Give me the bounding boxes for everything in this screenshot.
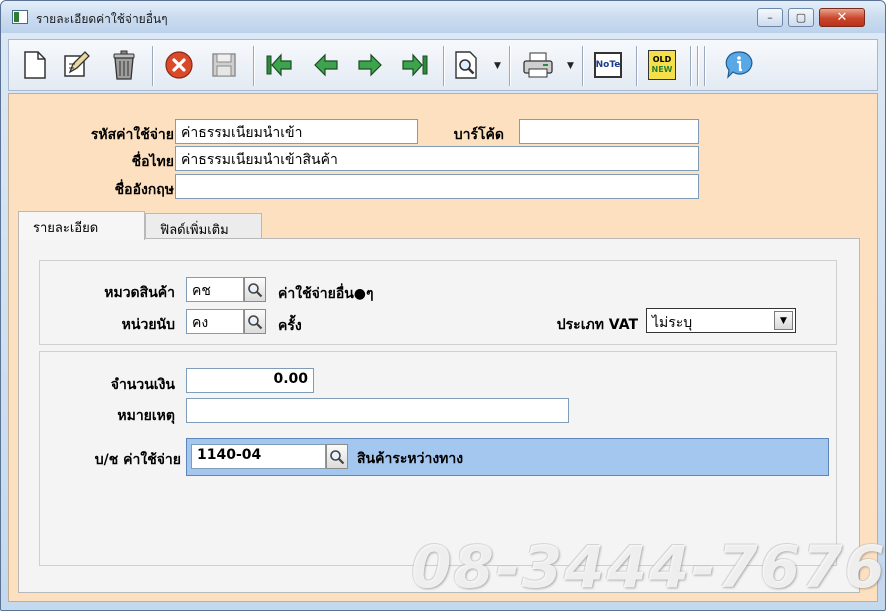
magnifier-icon [248,282,263,297]
new-button[interactable] [19,49,51,81]
magnifier-icon [248,314,263,329]
unit-description: ครั้ง [278,318,302,334]
last-record-icon [402,53,428,77]
toolbar-separator [636,46,638,86]
phone-watermark: 08-3444-7676 [411,533,886,601]
unit-label: หน่วยนับ [121,317,175,333]
note-icon-text: NoTe [595,60,621,70]
save-icon [212,53,236,77]
english-name-field[interactable] [175,174,699,199]
toolbar-separator [443,46,445,86]
minimize-icon: – [767,11,773,24]
delete-button[interactable] [108,49,140,81]
first-record-button[interactable] [263,49,295,81]
note-icon: NoTe [594,52,622,78]
thai-name-label: ชื่อไทย [131,154,174,170]
category-label: หมวดสินค้า [104,285,175,301]
vat-type-label: ประเภท VAT [556,317,638,333]
note-button[interactable]: NoTe [592,49,624,81]
last-record-button[interactable] [399,49,431,81]
toolbar-separator [509,46,511,86]
amount-label: จำนวนเงิน [110,377,175,393]
expense-account-row: 1140-04 สินค้าระหว่างทาง [186,438,829,476]
account-description: สินค้าระหว่างทาง [357,451,464,467]
info-button[interactable] [723,49,755,81]
account-code-field[interactable]: 1140-04 [191,444,326,469]
search-dropdown-icon[interactable]: ▼ [494,61,501,71]
account-lookup-button[interactable] [326,444,348,469]
old-new-button[interactable]: OLD NEW [646,49,678,81]
search-button[interactable] [451,49,483,81]
product-group: หมวดสินค้า คช ค่าใช้จ่ายอื่น●ๆ หน่วยนับ … [39,260,837,345]
english-name-label: ชื่ออังกฤษ [114,182,174,198]
tab-extra-fields[interactable]: ฟิลด์เพิ่มเติม [145,213,262,239]
tab-details[interactable]: รายละเอียด [18,211,145,240]
maximize-button[interactable]: ▢ [788,8,814,27]
toolbar: ▼ ▼ NoTe OLD NEW [8,39,878,91]
category-lookup-button[interactable] [244,277,266,302]
remark-label: หมายเหตุ [117,408,175,424]
toolbar-separator [582,46,584,86]
tab-extra-fields-label: ฟิลด์เพิ่มเติม [160,223,229,238]
edit-icon [64,51,90,77]
previous-record-button[interactable] [310,49,342,81]
new-label: NEW [651,65,673,74]
old-label: OLD [652,55,672,64]
code-label: รหัสค่าใช้จ่าย [90,127,174,143]
barcode-field[interactable] [519,119,699,144]
print-icon [523,52,553,78]
tab-details-label: รายละเอียด [33,221,99,236]
new-icon [24,51,46,79]
toolbar-separator [697,46,699,86]
info-icon [725,51,753,79]
previous-record-icon [314,53,338,77]
magnifier-icon [330,449,345,464]
next-record-button[interactable] [354,49,386,81]
cancel-icon [165,51,193,79]
search-icon [455,51,477,79]
chevron-down-icon[interactable]: ▼ [774,311,793,330]
print-dropdown-icon[interactable]: ▼ [567,61,574,71]
window-title: รายละเอียดค่าใช้จ่ายอื่นๆ [36,12,168,26]
vat-type-select[interactable]: ไม่ระบุ ▼ [646,308,796,333]
remark-field[interactable] [186,398,569,423]
toolbar-separator [690,46,692,86]
form-area: รหัสค่าใช้จ่าย ค่าธรรมเนียมนำเข้า บาร์โค… [8,93,878,602]
barcode-label: บาร์โค้ด [453,127,504,143]
thai-name-field[interactable]: ค่าธรรมเนียมนำเข้าสินค้า [175,146,699,171]
print-button[interactable] [522,49,554,81]
unit-code-field[interactable]: คง [186,309,244,334]
main-window: รายละเอียดค่าใช้จ่ายอื่นๆ – ▢ ✕ ▼ ▼ NoTe… [0,0,886,611]
close-button[interactable]: ✕ [819,8,865,27]
next-record-icon [358,53,382,77]
unit-lookup-button[interactable] [244,309,266,334]
amount-field[interactable]: 0.00 [186,368,314,393]
maximize-icon: ▢ [795,11,807,24]
toolbar-separator [253,46,255,86]
category-code-field[interactable]: คช [186,277,244,302]
edit-button[interactable] [61,49,93,81]
minimize-button[interactable]: – [757,8,783,27]
category-description: ค่าใช้จ่ายอื่น●ๆ [278,286,374,302]
delete-icon [113,50,135,80]
cancel-button[interactable] [163,49,195,81]
tab-strip: รายละเอียด ฟิลด์เพิ่มเติม [18,211,862,240]
app-window-icon [12,10,28,24]
close-icon: ✕ [836,10,848,25]
save-button[interactable] [208,49,240,81]
code-field[interactable]: ค่าธรรมเนียมนำเข้า [175,119,418,144]
old-new-icon: OLD NEW [648,50,676,80]
toolbar-separator [152,46,154,86]
vat-type-value: ไม่ระบุ [652,315,693,331]
first-record-icon [266,53,292,77]
title-bar[interactable]: รายละเอียดค่าใช้จ่ายอื่นๆ – ▢ ✕ [1,1,885,33]
account-label: บ/ช ค่าใช้จ่าย [94,452,181,468]
toolbar-separator [704,46,706,86]
